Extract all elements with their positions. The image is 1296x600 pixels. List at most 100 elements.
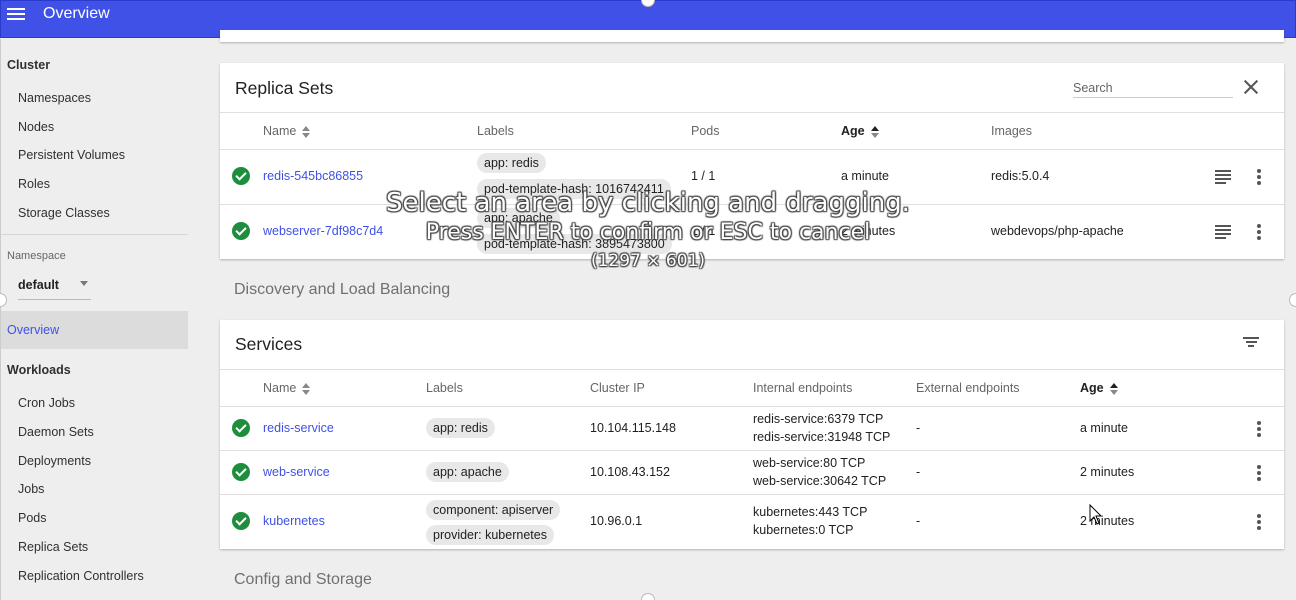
age-value: a minute xyxy=(1080,421,1128,435)
divider xyxy=(220,149,1284,150)
internal-endpoint: kubernetes:443 TCP xyxy=(753,505,868,519)
sidebar-item-pods[interactable]: Pods xyxy=(18,511,47,525)
column-header-images: Images xyxy=(991,124,1032,138)
sidebar-heading-cluster: Cluster xyxy=(7,58,51,72)
status-ok-icon xyxy=(232,512,250,530)
page-title: Overview xyxy=(43,5,110,22)
internal-endpoint: web-service:30642 TCP xyxy=(753,474,887,488)
cluster-ip-value: 10.108.43.152 xyxy=(590,465,670,479)
status-ok-icon xyxy=(232,167,250,185)
column-header-external-endpoints: External endpoints xyxy=(916,381,1020,395)
label-chip: component: apiserver xyxy=(426,500,561,520)
more-vert-icon[interactable] xyxy=(1251,168,1267,186)
age-value: 2 minutes xyxy=(1080,465,1135,479)
mouse-pointer-icon xyxy=(1089,504,1103,525)
namespace-value: default xyxy=(18,278,59,292)
external-endpoint: - xyxy=(916,514,921,528)
section-title-config: Config and Storage xyxy=(234,571,372,588)
section-title-discovery: Discovery and Load Balancing xyxy=(234,281,451,298)
sidebar-item-storage-classes[interactable]: Storage Classes xyxy=(18,206,110,220)
sidebar-item-overview-label: Overview xyxy=(7,323,60,337)
search-input[interactable] xyxy=(1073,78,1233,98)
image-value: redis:5.0.4 xyxy=(991,169,1050,183)
services-card: Services Name Labels Cluster IP Internal… xyxy=(220,320,1284,549)
namespace-select[interactable]: default xyxy=(18,276,91,300)
sort-ascending-icon xyxy=(1109,382,1118,395)
internal-endpoint: kubernetes:0 TCP xyxy=(753,523,854,537)
sidebar-item-daemon-sets[interactable]: Daemon Sets xyxy=(18,425,94,439)
close-icon[interactable] xyxy=(1244,80,1258,94)
external-endpoint: - xyxy=(916,421,921,435)
sidebar-item-persistent-volumes[interactable]: Persistent Volumes xyxy=(18,148,125,162)
column-header-pods: Pods xyxy=(691,124,720,138)
more-vert-icon[interactable] xyxy=(1251,513,1267,531)
more-vert-icon[interactable] xyxy=(1251,420,1267,438)
label-chip: provider: kubernetes xyxy=(426,525,554,545)
sidebar-item-jobs[interactable]: Jobs xyxy=(18,482,44,496)
sidebar-heading-workloads: Workloads xyxy=(7,363,71,377)
column-header-cluster-ip: Cluster IP xyxy=(590,381,645,395)
column-header-name[interactable]: Name xyxy=(263,381,311,395)
replica-set-name-link[interactable]: redis-545bc86855 xyxy=(263,169,363,183)
chevron-down-icon xyxy=(80,281,88,286)
card-title-services: Services xyxy=(235,334,303,354)
label-chip: pod-template-hash: 1016742411 xyxy=(477,179,671,199)
sidebar-item-deployments[interactable]: Deployments xyxy=(18,454,91,468)
sidebar: Cluster Namespaces Nodes Persistent Volu… xyxy=(0,39,188,600)
label-chip: app: apache xyxy=(477,208,560,228)
menu-icon[interactable] xyxy=(7,5,25,21)
status-ok-icon xyxy=(232,419,250,437)
column-header-labels: Labels xyxy=(477,124,514,138)
more-vert-icon[interactable] xyxy=(1251,223,1267,241)
column-header-age[interactable]: Age xyxy=(1080,381,1118,395)
sidebar-item-roles[interactable]: Roles xyxy=(18,177,50,191)
column-header-labels: Labels xyxy=(426,381,463,395)
external-endpoint: - xyxy=(916,465,921,479)
replica-set-name-link[interactable]: webserver-7df98c7d4 xyxy=(263,224,383,238)
replica-sets-card: Replica Sets Name Labels Pods Age Images… xyxy=(220,63,1284,259)
divider xyxy=(220,112,1284,113)
column-header-name-label: Name xyxy=(263,124,297,138)
sidebar-item-overview[interactable]: Overview xyxy=(1,311,188,349)
label-chip: app: redis xyxy=(477,153,546,173)
card-title-replica-sets: Replica Sets xyxy=(235,78,334,98)
column-header-name[interactable]: Name xyxy=(263,124,311,138)
sidebar-item-replication-controllers[interactable]: Replication Controllers xyxy=(18,569,144,583)
status-ok-icon xyxy=(232,463,250,481)
logs-icon[interactable] xyxy=(1215,225,1231,239)
sidebar-item-namespaces[interactable]: Namespaces xyxy=(18,91,91,105)
pods-count: 1 / 1 xyxy=(691,169,716,183)
internal-endpoint: redis-service:31948 TCP xyxy=(753,430,891,444)
image-value: webdevops/php-apache xyxy=(991,224,1124,238)
column-header-internal-endpoints: Internal endpoints xyxy=(753,381,853,395)
label-chip: app: redis xyxy=(426,418,495,438)
sidebar-item-nodes[interactable]: Nodes xyxy=(18,120,54,134)
column-header-age[interactable]: Age xyxy=(841,124,879,138)
pods-count: 1 / 1 xyxy=(691,224,716,238)
sidebar-item-replica-sets[interactable]: Replica Sets xyxy=(18,540,88,554)
filter-icon[interactable] xyxy=(1243,337,1259,349)
sidebar-item-cron-jobs[interactable]: Cron Jobs xyxy=(18,396,75,410)
service-name-link[interactable]: web-service xyxy=(263,465,330,479)
column-header-age-label: Age xyxy=(841,124,865,138)
internal-endpoint: web-service:80 TCP xyxy=(753,456,866,470)
service-name-link[interactable]: kubernetes xyxy=(263,514,325,528)
sort-ascending-icon xyxy=(870,125,879,138)
divider xyxy=(220,450,1284,451)
column-header-name-label: Name xyxy=(263,381,297,395)
namespace-label: Namespace xyxy=(7,250,66,262)
internal-endpoint: redis-service:6379 TCP xyxy=(753,412,884,426)
more-vert-icon[interactable] xyxy=(1251,464,1267,482)
sort-icon xyxy=(302,382,311,395)
column-header-age-label: Age xyxy=(1080,381,1104,395)
service-name-link[interactable]: redis-service xyxy=(263,421,334,435)
selection-handle-right[interactable] xyxy=(1289,293,1296,307)
cluster-ip-value: 10.104.115.148 xyxy=(590,421,676,435)
divider xyxy=(220,369,1284,370)
divider xyxy=(220,204,1284,205)
logs-icon[interactable] xyxy=(1215,170,1231,184)
divider xyxy=(220,494,1284,495)
label-chip: pod-template-hash: 3895473800 xyxy=(477,234,672,254)
age-value: a minute xyxy=(841,169,889,183)
selection-handle-bottom[interactable] xyxy=(641,593,655,600)
